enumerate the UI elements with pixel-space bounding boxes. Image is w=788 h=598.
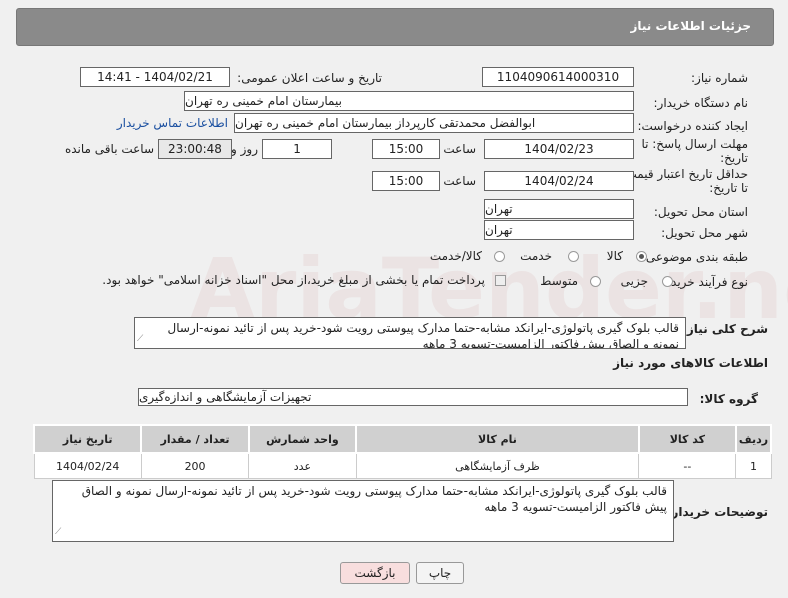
process-option-medium: متوسط [540, 274, 578, 288]
creator-field: ابوالفضل محمدتقی کارپرداز بیمارستان امام… [234, 113, 634, 133]
goods-group-field: تجهیزات آزمایشگاهی و اندازه‌گیری [138, 388, 688, 406]
category-radio-goods[interactable] [636, 251, 647, 262]
buyer-notes-textarea[interactable]: قالب بلوک گیری پاتولوژی-ایرانکد مشابه-حت… [52, 480, 674, 542]
creator-label: ایجاد کننده درخواست: [637, 119, 748, 133]
deadline-date-field: 1404/02/23 [484, 139, 634, 159]
cell-unit: عدد [248, 452, 357, 479]
city-field: تهران [484, 220, 634, 240]
validity-time-label: ساعت [443, 174, 476, 188]
announce-field: 1404/02/21 - 14:41 [80, 67, 230, 87]
process-radio-medium[interactable] [590, 276, 601, 287]
province-field: تهران [484, 199, 634, 219]
goods-group-label: گروه کالا: [699, 392, 758, 406]
page-title: جزئیات اطلاعات نیاز [630, 19, 751, 33]
col-date: تاریخ نیاز [32, 424, 143, 454]
items-table: ردیف کد کالا نام کالا واحد شمارش تعداد /… [32, 424, 773, 479]
col-qty: تعداد / مقدار [140, 424, 250, 454]
validity-label: حداقل تاریخ اعتبار قیمت: [621, 167, 748, 181]
need-number-label: شماره نیاز: [691, 71, 748, 85]
resize-grip-icon: ⟋ [55, 527, 62, 537]
back-button[interactable]: بازگشت [340, 562, 410, 584]
announce-label: تاریخ و ساعت اعلان عمومی: [237, 71, 382, 85]
deadline-time-field: 15:00 [372, 139, 440, 159]
remaining-time-field: 23:00:48 [158, 139, 232, 159]
process-radio-minor[interactable] [662, 276, 673, 287]
cell-name: ظرف آزمایشگاهی [355, 452, 640, 479]
deadline-time-label: ساعت [443, 142, 476, 156]
category-label: طبقه بندی موضوعی: [641, 250, 748, 264]
treasury-checkbox[interactable] [495, 275, 506, 286]
need-number-field: 1104090614000310 [482, 67, 634, 87]
col-row: ردیف [734, 424, 773, 454]
cell-code: -- [638, 452, 737, 479]
buyer-notes-label: توضیحات خریدار: [666, 505, 768, 519]
days-label: روز و [231, 142, 258, 156]
deadline-label: مهلت ارسال پاسخ: تا [641, 137, 748, 151]
validity-date-field: 1404/02/24 [484, 171, 634, 191]
province-label: استان محل تحویل: [653, 205, 748, 219]
resize-grip-icon: ⟋ [137, 334, 144, 344]
category-option-both: کالا/خدمت [429, 249, 482, 263]
summary-text: قالب بلوک گیری پاتولوژی-ایرانکد مشابه-حت… [167, 321, 679, 349]
page-header: جزئیات اطلاعات نیاز [16, 8, 774, 46]
print-button[interactable]: چاپ [416, 562, 464, 584]
summary-textarea[interactable]: قالب بلوک گیری پاتولوژی-ایرانکد مشابه-حت… [134, 317, 686, 349]
validity-label-date: تا تاریخ: [709, 181, 748, 195]
process-label: نوع فرآیند خرید : [663, 275, 748, 289]
category-radio-both[interactable] [494, 251, 505, 262]
payment-note: پرداخت تمام یا بخشی از مبلغ خرید،از محل … [102, 273, 485, 287]
cell-row: 1 [735, 452, 772, 479]
col-code: کد کالا [637, 424, 737, 454]
buyer-contact-link[interactable]: اطلاعات تماس خریدار [117, 116, 228, 130]
days-field: 1 [262, 139, 332, 159]
remaining-label: ساعت باقی مانده [64, 142, 154, 156]
goods-info-title: اطلاعات کالاهای مورد نیاز [613, 356, 768, 370]
summary-label: شرح کلی نیاز: [682, 322, 768, 336]
buyer-org-label: نام دستگاه خریدار: [653, 96, 749, 110]
category-option-service: خدمت [520, 249, 552, 263]
process-option-minor: جزیی [620, 274, 648, 288]
deadline-label-date: تاریخ: [720, 151, 748, 165]
cell-qty: 200 [140, 452, 250, 479]
category-option-goods: کالا [606, 249, 623, 263]
col-unit: واحد شمارش [247, 424, 358, 454]
cell-date: 1404/02/24 [33, 452, 142, 479]
table-row: 1 -- ظرف آزمایشگاهی عدد 200 1404/02/24 [33, 452, 772, 479]
table-header-row: ردیف کد کالا نام کالا واحد شمارش تعداد /… [32, 424, 773, 454]
col-name: نام کالا [355, 424, 640, 454]
buyer-org-field: بیمارستان امام خمینی ره تهران [184, 91, 634, 111]
validity-time-field: 15:00 [372, 171, 440, 191]
city-label: شهر محل تحویل: [661, 226, 748, 240]
category-radio-service[interactable] [568, 251, 579, 262]
buyer-notes-text: قالب بلوک گیری پاتولوژی-ایرانکد مشابه-حت… [81, 484, 667, 514]
